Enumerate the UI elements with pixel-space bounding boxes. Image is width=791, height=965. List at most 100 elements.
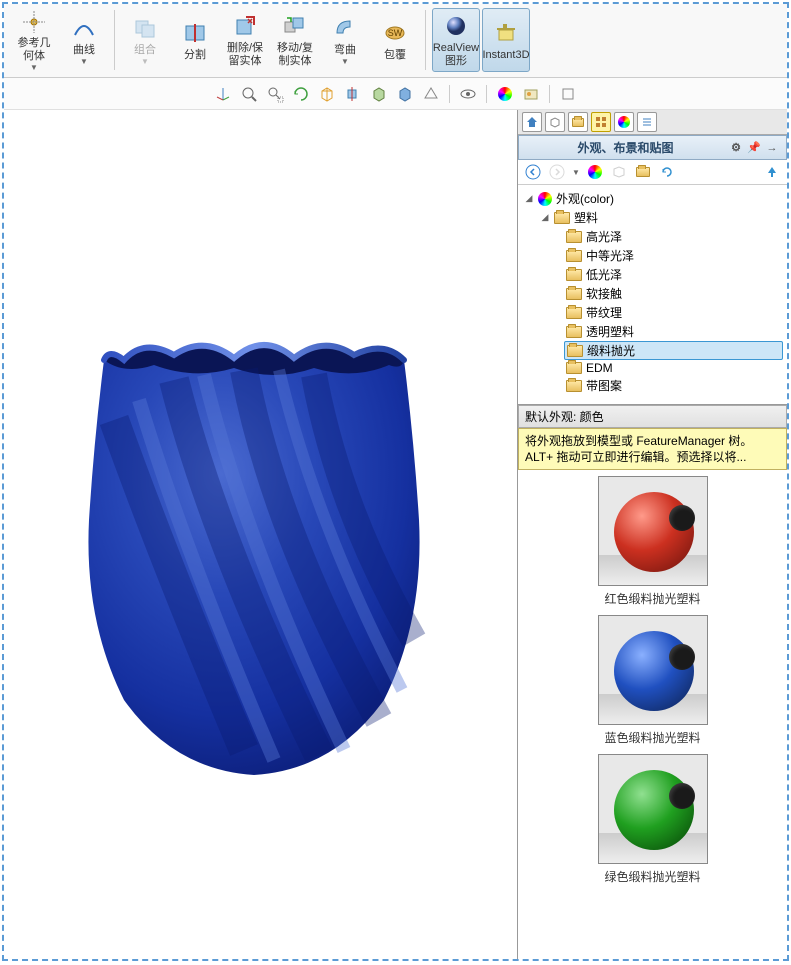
combine-icon: [131, 14, 159, 42]
tree-item[interactable]: 带图案: [522, 376, 783, 395]
tree-root-label: 外观(color): [556, 190, 614, 207]
tree-item[interactable]: 软接触: [522, 284, 783, 303]
tree-item[interactable]: 低光泽: [522, 265, 783, 284]
split-button[interactable]: 分割: [171, 8, 219, 72]
panel-header: 外观、布景和贴图 ⚙ 📌 →: [518, 135, 787, 160]
appearance-filter-icon[interactable]: [586, 163, 604, 181]
dropdown-icon: ▼: [30, 63, 38, 72]
color-tab[interactable]: [614, 112, 634, 132]
realview-button[interactable]: RealView 图形: [432, 8, 480, 72]
forward-icon[interactable]: [548, 163, 566, 181]
list-tab[interactable]: [637, 112, 657, 132]
separator: [425, 10, 426, 70]
hint-text: 将外观拖放到模型或 FeatureManager 树。ALT+ 拖动可立即进行编…: [518, 428, 787, 470]
zoom-fit-icon[interactable]: [239, 84, 259, 104]
swatch-blue[interactable]: 蓝色缎料抛光塑料: [598, 615, 708, 746]
vase-model[interactable]: [44, 240, 464, 800]
hide-show-icon[interactable]: [458, 84, 478, 104]
move-copy-label: 移动/复 制实体: [277, 42, 313, 68]
swatch-label: 蓝色缎料抛光塑料: [604, 729, 700, 746]
separator: [486, 85, 487, 103]
3d-viewport[interactable]: [4, 110, 517, 959]
shaded-icon[interactable]: [395, 84, 415, 104]
home-tab[interactable]: [522, 112, 542, 132]
nav-row: ▼: [518, 160, 787, 185]
tree-item[interactable]: 带纹理: [522, 303, 783, 322]
appearance-tree[interactable]: ◢ 外观(color) ◢ 塑料 高光泽 中等光泽 低光泽 软接触 带纹理 透明…: [518, 185, 787, 405]
realview-label: RealView 图形: [433, 42, 479, 68]
cube-tab[interactable]: [545, 112, 565, 132]
refresh-icon[interactable]: [658, 163, 676, 181]
instant3d-button[interactable]: Instant3D: [482, 8, 530, 72]
move-copy-button[interactable]: 移动/复 制实体: [271, 8, 319, 72]
view-toolbar: [4, 78, 787, 110]
swatch-preview: [598, 476, 708, 586]
combine-label: 组合: [134, 44, 156, 57]
dropdown-icon: ▼: [80, 57, 88, 66]
split-icon: [181, 19, 209, 47]
back-icon[interactable]: [524, 163, 542, 181]
wrap-label: 包覆: [384, 49, 406, 62]
section-icon[interactable]: [343, 84, 363, 104]
swatch-preview: [598, 754, 708, 864]
tree-root[interactable]: ◢ 外观(color): [522, 189, 783, 208]
ribbon-toolbar: 参考几 何体 ▼ 曲线 ▼ 组合 ▼ 分割 删除/保 留实体 移动/复 制实体: [4, 4, 787, 78]
svg-text:SW: SW: [388, 28, 403, 38]
move-copy-icon: [281, 12, 309, 40]
swatch-label: 红色缎料抛光塑料: [604, 590, 700, 607]
dropdown-icon: ▼: [341, 57, 349, 66]
bend-button[interactable]: 弯曲 ▼: [321, 8, 369, 72]
folder-tab[interactable]: [568, 112, 588, 132]
split-label: 分割: [184, 49, 206, 62]
separator: [114, 10, 115, 70]
dropdown-icon: ▼: [141, 57, 149, 66]
curve-button[interactable]: 曲线 ▼: [60, 8, 108, 72]
gear-icon[interactable]: ⚙: [728, 140, 744, 156]
appearance-icon[interactable]: [495, 84, 515, 104]
tree-item[interactable]: 中等光泽: [522, 246, 783, 265]
delete-keep-button[interactable]: 删除/保 留实体: [221, 8, 269, 72]
swatch-preview: [598, 615, 708, 725]
perspective-icon[interactable]: [421, 84, 441, 104]
curve-label: 曲线: [73, 44, 95, 57]
swatch-green[interactable]: 绿色缎料抛光塑料: [598, 754, 708, 885]
tree-plastic[interactable]: ◢ 塑料: [522, 208, 783, 227]
delete-keep-label: 删除/保 留实体: [227, 42, 263, 68]
instant3d-label: Instant3D: [482, 49, 529, 62]
wrap-button[interactable]: SW 包覆: [371, 8, 419, 72]
swatch-list[interactable]: 红色缎料抛光塑料 蓝色缎料抛光塑料 绿色缎料: [518, 470, 787, 959]
delete-keep-icon: [231, 12, 259, 40]
cube-filter-icon[interactable]: [610, 163, 628, 181]
rotate-icon[interactable]: [291, 84, 311, 104]
scene-icon[interactable]: [521, 84, 541, 104]
default-appearance-header: 默认外观: 颜色: [518, 405, 787, 428]
folder-open-icon[interactable]: [634, 163, 652, 181]
tree-item[interactable]: 高光泽: [522, 227, 783, 246]
separator: [549, 85, 550, 103]
expand-icon[interactable]: →: [764, 140, 780, 156]
ref-geometry-icon: [20, 9, 48, 35]
settings-icon[interactable]: [558, 84, 578, 104]
tree-item-selected[interactable]: 缎料抛光: [564, 341, 783, 360]
panel-tabs: [518, 110, 787, 135]
bend-icon: [331, 14, 359, 42]
tree-item[interactable]: 透明塑料: [522, 322, 783, 341]
swatch-red[interactable]: 红色缎料抛光塑料: [598, 476, 708, 607]
wireframe-icon[interactable]: [317, 84, 337, 104]
separator: [449, 85, 450, 103]
axis-icon[interactable]: [213, 84, 233, 104]
curve-icon: [70, 14, 98, 42]
grid-tab[interactable]: [591, 112, 611, 132]
up-icon[interactable]: [763, 163, 781, 181]
tree-plastic-label: 塑料: [574, 209, 598, 226]
ref-geometry-label: 参考几 何体: [18, 37, 51, 63]
ref-geometry-button[interactable]: 参考几 何体 ▼: [10, 8, 58, 72]
pin-icon[interactable]: 📌: [746, 140, 762, 156]
zoom-area-icon[interactable]: [265, 84, 285, 104]
tree-item[interactable]: EDM: [522, 360, 783, 376]
bend-label: 弯曲: [334, 44, 356, 57]
wrap-icon: SW: [381, 19, 409, 47]
swatch-label: 绿色缎料抛光塑料: [604, 868, 700, 885]
panel-title: 外观、布景和贴图: [525, 139, 726, 156]
display-style-icon[interactable]: [369, 84, 389, 104]
